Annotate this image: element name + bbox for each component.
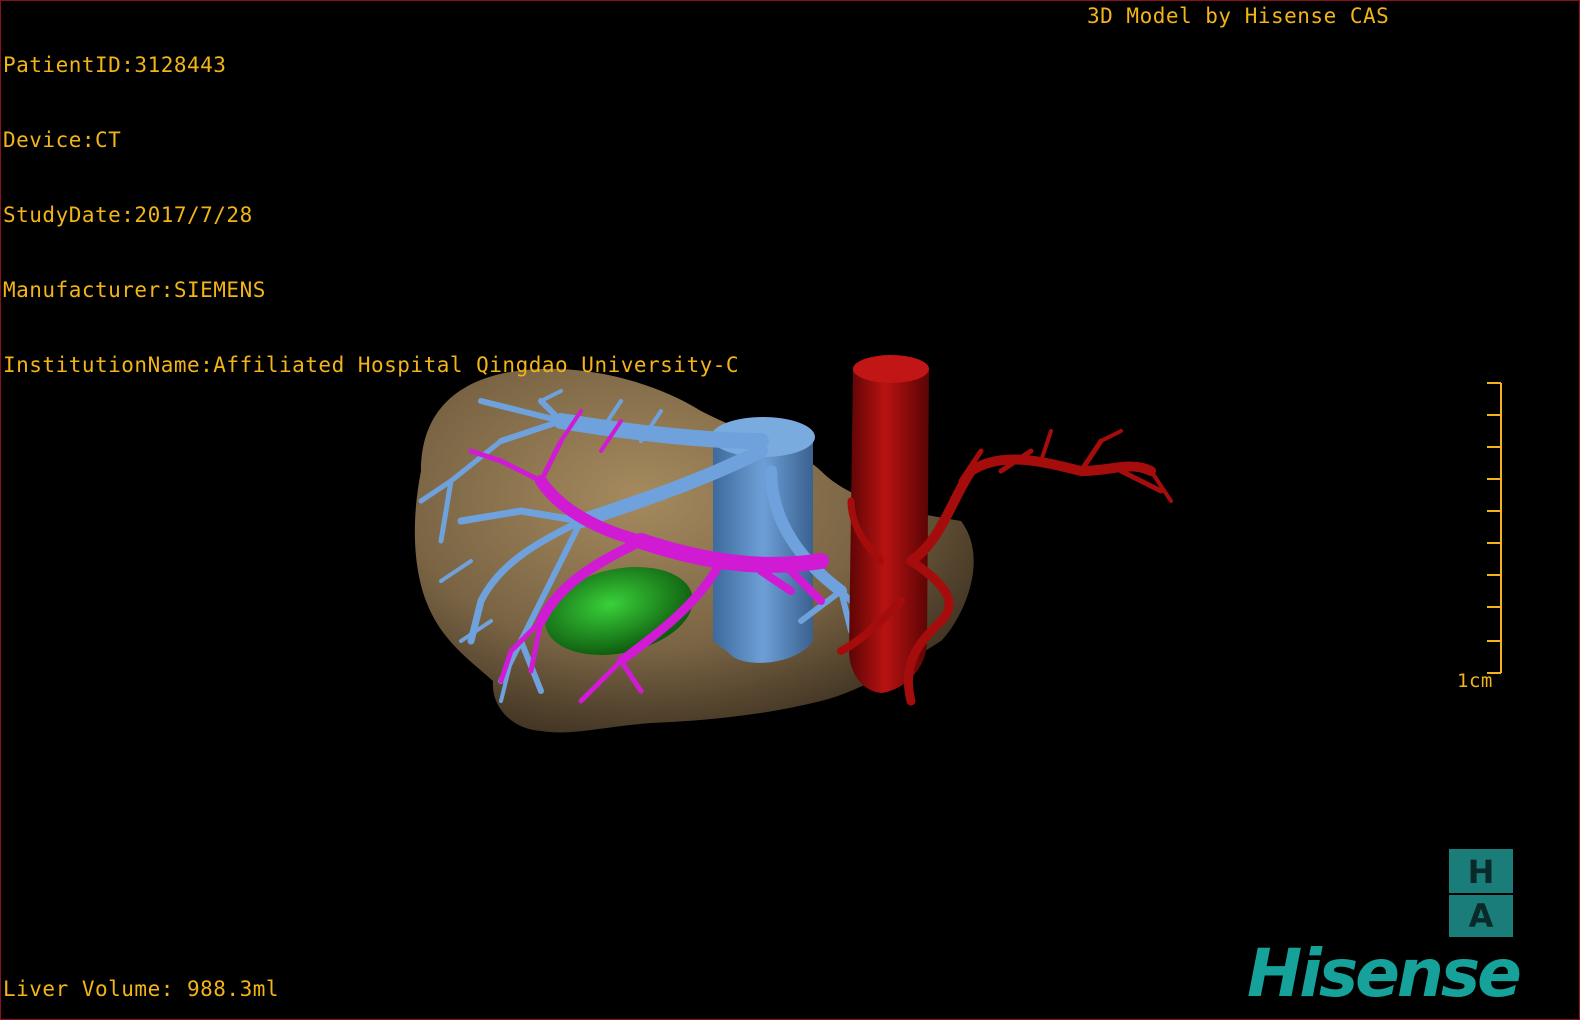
device-text: Device:CT bbox=[3, 128, 122, 152]
ha-badge-top-letter: H bbox=[1467, 853, 1495, 891]
scale-bar-label: 1cm bbox=[1457, 670, 1493, 692]
liver-volume-text: Liver Volume: 988.3ml bbox=[3, 977, 280, 1001]
model-title: 3D Model by Hisense CAS bbox=[1087, 4, 1390, 28]
ha-badge: H A bbox=[1449, 849, 1513, 937]
patient-info: PatientID:3128443 Device:CT StudyDate:20… bbox=[3, 3, 739, 428]
institution-text: InstitutionName:Affiliated Hospital Qing… bbox=[3, 353, 740, 377]
aorta-top bbox=[853, 355, 929, 383]
ha-badge-divider bbox=[1449, 893, 1513, 895]
3d-viewport[interactable]: PatientID:3128443 Device:CT StudyDate:20… bbox=[0, 0, 1580, 1020]
patient-id-text: PatientID:3128443 bbox=[3, 53, 227, 77]
study-date-text: StudyDate:2017/7/28 bbox=[3, 203, 253, 227]
scale-bar bbox=[1487, 382, 1502, 674]
hisense-logo: Hisense bbox=[1247, 935, 1522, 1012]
manufacturer-text: Manufacturer:SIEMENS bbox=[3, 278, 266, 302]
ha-badge-bottom-letter: A bbox=[1468, 897, 1494, 935]
